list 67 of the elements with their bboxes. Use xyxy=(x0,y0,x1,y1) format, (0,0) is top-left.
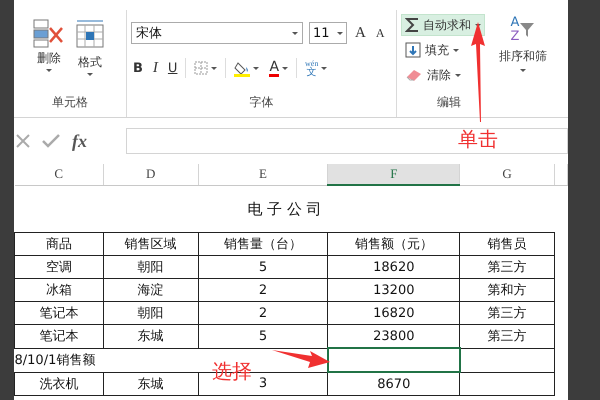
table-cell: 笔记本 xyxy=(14,302,104,324)
table-cell: 洗衣机 xyxy=(14,372,104,396)
column-header[interactable]: D xyxy=(103,164,198,185)
table-cell: 2 xyxy=(198,278,328,302)
table-cell: 朝阳 xyxy=(103,256,198,278)
underline-button[interactable]: U xyxy=(166,60,180,76)
table-cell[interactable] xyxy=(328,348,460,372)
sort-letter: Z xyxy=(510,30,520,44)
table-cell: 18620 xyxy=(328,256,460,278)
phonetic-button[interactable]: wén 文 xyxy=(303,59,330,77)
format-button[interactable]: 格式 xyxy=(74,18,106,76)
sort-filter-button[interactable]: A Z 排序和筛 xyxy=(499,16,547,72)
table-cell: 8670 xyxy=(328,372,460,396)
delete-button[interactable]: 删除 xyxy=(32,18,66,76)
font-name-field[interactable]: 宋体 xyxy=(131,22,303,44)
table-cell: 8/10/1销售额 xyxy=(14,353,96,368)
table-cell: 销售量（台） xyxy=(198,232,328,256)
cancel-icon xyxy=(16,134,30,148)
table-cell: 冰箱 xyxy=(14,278,104,302)
column-header[interactable]: E xyxy=(198,164,328,185)
table-cell: 13200 xyxy=(328,278,460,302)
column-header[interactable]: G xyxy=(460,164,554,185)
table-x-icon xyxy=(32,18,66,48)
sort-letter: A xyxy=(510,16,520,30)
table-cell: 销售额（元） xyxy=(328,232,460,256)
table-cell: 商品 xyxy=(14,232,104,256)
table-cell: 第和方 xyxy=(460,278,554,302)
grow-font-button[interactable]: A xyxy=(353,24,368,42)
insert-function-button[interactable]: fx xyxy=(72,130,87,152)
table-cell: 朝阳 xyxy=(103,302,198,324)
autosum-button[interactable]: 自动求和 xyxy=(401,14,485,36)
bold-button[interactable]: B xyxy=(131,60,145,76)
table-cell: 16820 xyxy=(328,302,460,324)
table-cell: 5 xyxy=(198,324,328,348)
table-cell: 第三方 xyxy=(460,324,554,348)
table-cell: 空调 xyxy=(14,256,104,278)
funnel-icon xyxy=(519,22,536,38)
table-cell: 销售员 xyxy=(460,232,554,256)
table-cell: 海淀 xyxy=(103,278,198,302)
table-cell: 笔记本 xyxy=(14,324,104,348)
group-label: 编辑 xyxy=(436,94,462,111)
annotation-text: 单击 xyxy=(458,126,498,153)
font-size-field[interactable]: 11 xyxy=(309,22,347,44)
down-arrow-box-icon xyxy=(405,42,421,58)
sheet-title: 电 子 公 司 xyxy=(14,185,554,232)
check-icon xyxy=(42,134,60,148)
eraser-icon xyxy=(405,68,423,82)
table-cell: 2 xyxy=(198,302,328,324)
italic-button[interactable]: I xyxy=(150,60,160,76)
column-header[interactable]: F xyxy=(328,164,460,185)
table-cell: 第三方 xyxy=(460,302,554,324)
sigma-icon xyxy=(405,17,419,33)
table-cell: 5 xyxy=(198,256,328,278)
table-cell: 东城 xyxy=(103,372,198,396)
group-label: 单元格 xyxy=(51,94,89,111)
table-cell[interactable] xyxy=(460,348,554,372)
table-cell: 第三方 xyxy=(460,256,554,278)
column-header[interactable]: C xyxy=(14,164,104,185)
formula-input-field[interactable] xyxy=(126,128,568,154)
arrow-annotation xyxy=(272,348,330,370)
group-label: 字体 xyxy=(248,94,274,111)
font-color-button[interactable]: A xyxy=(267,60,290,76)
table-cell: 东城 xyxy=(103,324,198,348)
shrink-font-button[interactable]: A xyxy=(374,26,387,40)
border-grid-icon xyxy=(194,61,208,75)
borders-button[interactable] xyxy=(192,61,220,75)
table-cell: 销售区域 xyxy=(103,232,198,256)
